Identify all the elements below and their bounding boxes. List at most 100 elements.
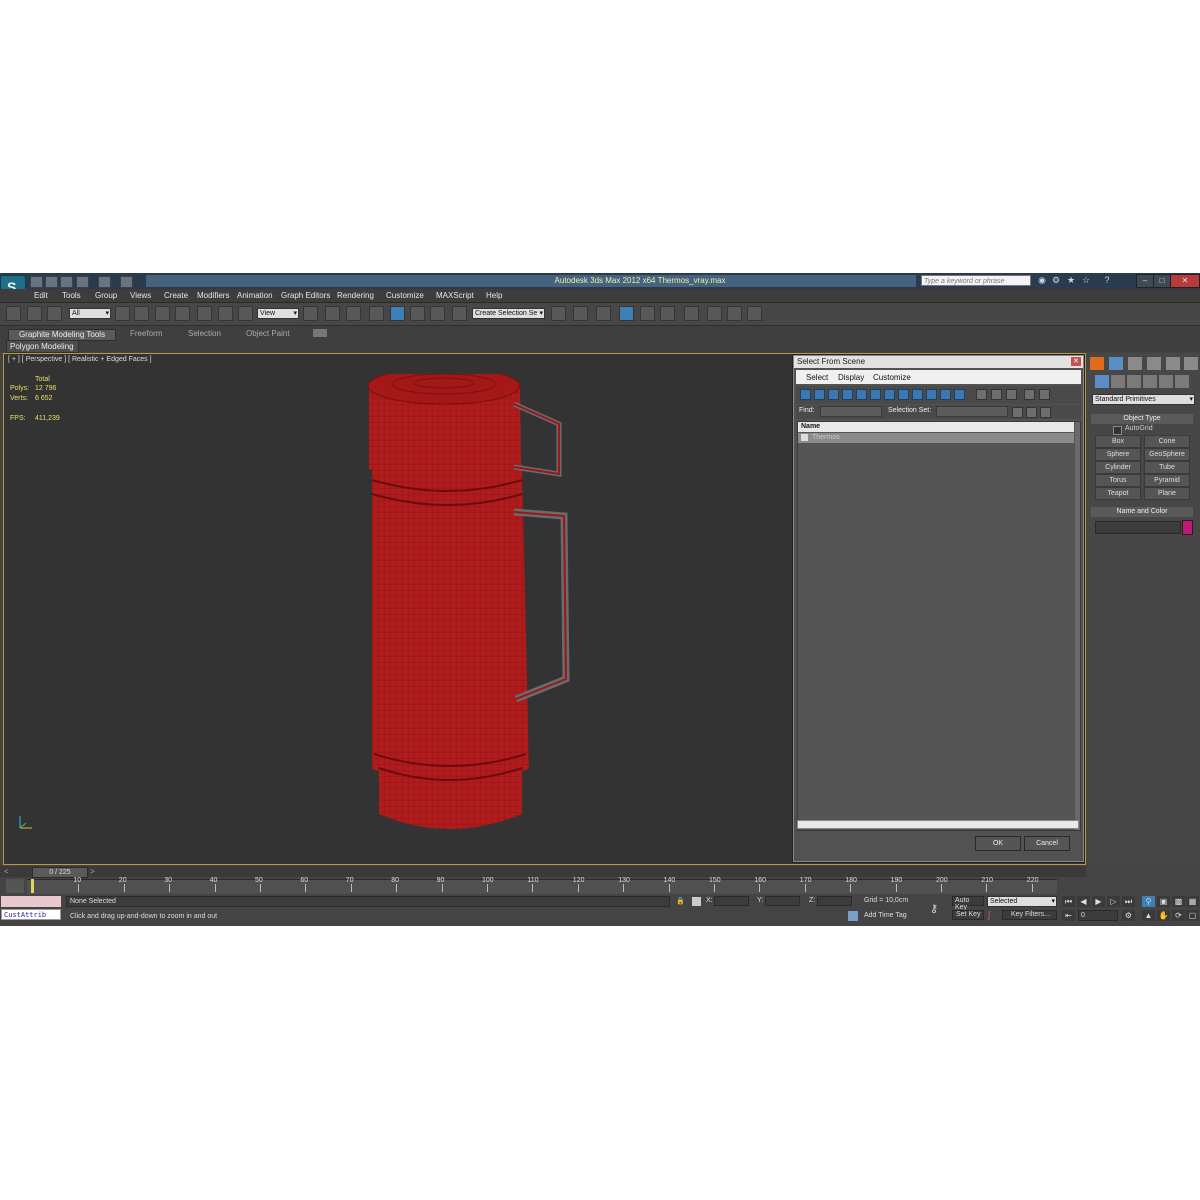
- teapot-button[interactable]: Teapot: [1095, 487, 1141, 500]
- rectangular-selection-icon[interactable]: [155, 306, 170, 321]
- open-file-icon[interactable]: [45, 276, 58, 288]
- favorites-icon[interactable]: ☆: [1081, 275, 1091, 285]
- time-slider[interactable]: 0 / 225 < >: [0, 866, 1086, 878]
- category-dropdown[interactable]: Standard Primitives: [1092, 394, 1195, 405]
- display-space-warps-icon[interactable]: [870, 389, 881, 400]
- maxscript-mini-listener[interactable]: CustAttrib: [1, 909, 61, 920]
- spinner-snap-icon[interactable]: [430, 306, 445, 321]
- menu-maxscript[interactable]: MAXScript: [436, 291, 474, 300]
- menu-animation[interactable]: Animation: [237, 291, 273, 300]
- display-geometry-icon[interactable]: [800, 389, 811, 400]
- play-icon[interactable]: ▶: [1092, 896, 1105, 907]
- ok-button[interactable]: OK: [975, 836, 1021, 851]
- minimize-button[interactable]: –: [1136, 274, 1154, 288]
- display-helpers-icon[interactable]: [856, 389, 867, 400]
- auto-key-button[interactable]: Auto Key: [952, 896, 984, 911]
- tab-freeform[interactable]: Freeform: [130, 329, 162, 339]
- select-none-icon[interactable]: [991, 389, 1002, 400]
- maximize-viewport-icon[interactable]: ▢: [1186, 910, 1199, 921]
- create-tab-icon[interactable]: [1090, 357, 1104, 370]
- align-icon[interactable]: [573, 306, 588, 321]
- select-object-icon[interactable]: [115, 306, 130, 321]
- graphite-toggle-icon[interactable]: [619, 306, 634, 321]
- select-by-name-icon[interactable]: [134, 306, 149, 321]
- percent-snap-icon[interactable]: [410, 306, 425, 321]
- move-icon[interactable]: [197, 306, 212, 321]
- display-shapes-icon[interactable]: [814, 389, 825, 400]
- curve-editor-icon[interactable]: [640, 306, 655, 321]
- display-hidden-icon[interactable]: [954, 389, 965, 400]
- track-bar[interactable]: [27, 879, 1057, 894]
- utilities-tab-icon[interactable]: [1184, 357, 1198, 370]
- selection-set-dropdown[interactable]: [936, 406, 1008, 417]
- go-to-end-icon[interactable]: ⏭: [1122, 896, 1135, 907]
- menu-edit[interactable]: Edit: [34, 291, 48, 300]
- next-frame-icon[interactable]: ▷: [1107, 896, 1120, 907]
- geometry-icon[interactable]: [1095, 375, 1109, 388]
- delete-selection-set-icon[interactable]: [1040, 407, 1051, 418]
- zoom-extents-all-icon[interactable]: ▦: [1186, 896, 1199, 907]
- sphere-button[interactable]: Sphere: [1095, 448, 1141, 461]
- pivot-center-icon[interactable]: [303, 306, 318, 321]
- unlink-icon[interactable]: [27, 306, 42, 321]
- binoculars-icon[interactable]: ◉: [1037, 275, 1047, 285]
- menu-rendering[interactable]: Rendering: [337, 291, 374, 300]
- zoom-extents-icon[interactable]: ▩: [1172, 896, 1185, 907]
- render-setup-icon[interactable]: [707, 306, 722, 321]
- dialog-menu-customize[interactable]: Customize: [873, 373, 911, 382]
- select-manipulate-icon[interactable]: [325, 306, 340, 321]
- cone-button[interactable]: Cone: [1144, 435, 1190, 448]
- set-key-button[interactable]: Set Key: [952, 910, 984, 920]
- reference-coordinate-dropdown[interactable]: View: [257, 308, 299, 319]
- list-item-thermos[interactable]: Thermos: [798, 433, 1074, 443]
- find-input[interactable]: [820, 406, 882, 417]
- orbit-icon[interactable]: ⟳: [1172, 910, 1185, 921]
- helpers-icon[interactable]: [1159, 375, 1173, 388]
- undo-icon[interactable]: [76, 276, 89, 288]
- help-icon[interactable]: ?: [1102, 275, 1112, 285]
- menu-customize[interactable]: Customize: [386, 291, 424, 300]
- display-cameras-icon[interactable]: [842, 389, 853, 400]
- default-tangent-icon[interactable]: ∫: [988, 910, 990, 920]
- current-frame-input[interactable]: 0: [1078, 910, 1118, 921]
- ribbon-minimize-icon[interactable]: [313, 329, 327, 337]
- select-dependents-icon[interactable]: [1039, 389, 1050, 400]
- time-slider-next-icon[interactable]: >: [90, 867, 95, 876]
- cameras-icon[interactable]: [1143, 375, 1157, 388]
- snaps-toggle-icon[interactable]: [369, 306, 384, 321]
- rotate-icon[interactable]: [218, 306, 233, 321]
- time-slider-prev-icon[interactable]: <: [4, 867, 9, 876]
- display-lights-icon[interactable]: [828, 389, 839, 400]
- display-bones-icon[interactable]: [912, 389, 923, 400]
- dialog-menu-display[interactable]: Display: [838, 373, 864, 382]
- key-mode-toggle-icon[interactable]: ⇤: [1062, 910, 1075, 921]
- pyramid-button[interactable]: Pyramid: [1144, 474, 1190, 487]
- go-to-start-icon[interactable]: ⏮: [1062, 896, 1075, 907]
- dialog-title-bar[interactable]: Select From Scene: [794, 356, 1083, 368]
- shapes-icon[interactable]: [1111, 375, 1125, 388]
- create-selection-set-icon[interactable]: [1012, 407, 1023, 418]
- menu-group[interactable]: Group: [95, 291, 117, 300]
- previous-frame-icon[interactable]: ◀: [1077, 896, 1090, 907]
- space-warps-icon[interactable]: [1175, 375, 1189, 388]
- modify-tab-icon[interactable]: [1109, 357, 1123, 370]
- material-editor-icon[interactable]: [684, 306, 699, 321]
- display-tab-icon[interactable]: [1166, 357, 1180, 370]
- select-invert-icon[interactable]: [1006, 389, 1017, 400]
- object-color-swatch[interactable]: [1182, 520, 1193, 535]
- zoom-icon[interactable]: ⚲: [1142, 896, 1155, 907]
- x-coordinate-input[interactable]: [714, 896, 749, 906]
- edit-selection-set-icon[interactable]: [1026, 407, 1037, 418]
- redo-icon[interactable]: [98, 276, 111, 288]
- menu-modifiers[interactable]: Modifiers: [197, 291, 229, 300]
- mini-curve-editor-icon[interactable]: [6, 879, 24, 893]
- lights-icon[interactable]: [1127, 375, 1141, 388]
- link-icon[interactable]: [6, 306, 21, 321]
- bind-space-warp-icon[interactable]: [47, 306, 62, 321]
- selection-filter-dropdown[interactable]: All: [69, 308, 111, 319]
- zoom-all-icon[interactable]: ▣: [1157, 896, 1170, 907]
- list-horizontal-scrollbar[interactable]: [797, 820, 1079, 829]
- named-selection-set-dropdown[interactable]: Create Selection Se: [472, 308, 545, 319]
- tab-object-paint[interactable]: Object Paint: [246, 329, 290, 339]
- communication-center-icon[interactable]: ★: [1066, 275, 1076, 285]
